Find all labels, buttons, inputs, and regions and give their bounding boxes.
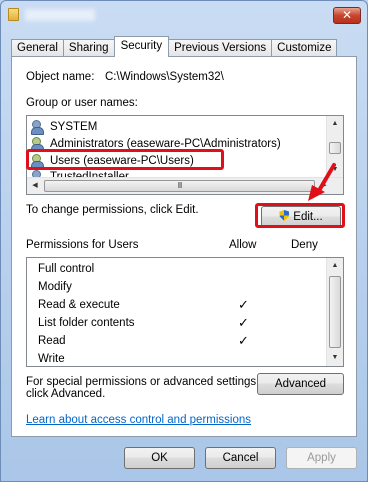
permission-row: Modify xyxy=(38,278,328,296)
allow-check-icon: ✓ xyxy=(238,333,249,348)
tab-previous-versions[interactable]: Previous Versions xyxy=(168,39,273,57)
permission-row: Full control xyxy=(38,260,328,278)
list-item-label: SYSTEM xyxy=(50,121,98,133)
click-advanced-text: click Advanced. xyxy=(26,388,106,400)
title-bar[interactable]: ✕ xyxy=(1,1,367,31)
folder-icon xyxy=(8,8,19,21)
scroll-left-icon[interactable]: ◀ xyxy=(27,178,43,194)
allow-header: Allow xyxy=(229,239,257,251)
properties-window: ✕ General Sharing Security Previous Vers… xyxy=(0,0,368,482)
permission-name: Full control xyxy=(38,263,95,275)
edit-highlight-annotation xyxy=(255,203,345,228)
permission-name: Read & execute xyxy=(38,299,120,311)
permission-row: List folder contents ✓ xyxy=(38,314,328,332)
allow-check-icon: ✓ xyxy=(238,315,249,330)
security-panel: Object name: C:\Windows\System32\ Group … xyxy=(11,56,357,437)
scroll-thumb[interactable] xyxy=(329,276,341,348)
scroll-down-icon[interactable]: ▼ xyxy=(327,350,343,366)
permission-name: List folder contents xyxy=(38,317,135,329)
permission-name: Read xyxy=(38,335,66,347)
permission-name: Write xyxy=(38,353,65,365)
deny-header: Deny xyxy=(291,239,318,251)
close-button[interactable]: ✕ xyxy=(333,7,361,24)
ok-button[interactable]: OK xyxy=(124,447,195,469)
user-icon xyxy=(31,120,46,135)
horizontal-scrollbar[interactable]: ◀ III ▶ xyxy=(27,177,343,194)
red-arrow-annotation xyxy=(308,163,336,201)
scroll-up-icon[interactable]: ▲ xyxy=(327,258,343,274)
scroll-thumb-horizontal[interactable]: III xyxy=(44,180,315,192)
object-name-value: C:\Windows\System32\ xyxy=(105,71,224,83)
cancel-button[interactable]: Cancel xyxy=(205,447,276,469)
group-names-label: Group or user names: xyxy=(26,97,138,109)
change-permissions-text: To change permissions, click Edit. xyxy=(26,204,199,216)
tab-sharing[interactable]: Sharing xyxy=(62,39,115,57)
permission-row: Read & execute ✓ xyxy=(38,296,328,314)
scroll-up-icon[interactable]: ▲ xyxy=(327,116,343,132)
selection-highlight-annotation xyxy=(26,149,224,170)
tab-general[interactable]: General xyxy=(11,39,64,57)
permissions-list[interactable]: Full control Modify Read & execute ✓ List… xyxy=(26,257,344,367)
close-icon: ✕ xyxy=(341,8,353,22)
permission-name: Modify xyxy=(38,281,72,293)
permissions-scrollbar[interactable]: ▲ ▼ xyxy=(326,258,343,366)
allow-check-icon: ✓ xyxy=(238,297,249,312)
tab-security[interactable]: Security xyxy=(113,36,170,57)
permission-row: Write xyxy=(38,350,328,366)
tab-customize[interactable]: Customize xyxy=(271,39,338,57)
tab-strip: General Sharing Security Previous Versio… xyxy=(11,36,338,57)
blurred-window-title xyxy=(25,9,95,21)
object-name-label: Object name: xyxy=(26,71,95,83)
list-item[interactable]: SYSTEM xyxy=(31,119,97,135)
advanced-button[interactable]: Advanced xyxy=(257,373,344,395)
special-permissions-text: For special permissions or advanced sett… xyxy=(26,376,260,388)
apply-button[interactable]: Apply xyxy=(286,447,357,469)
permissions-title: Permissions for Users xyxy=(26,239,139,251)
learn-more-link[interactable]: Learn about access control and permissio… xyxy=(26,414,251,426)
scroll-thumb[interactable] xyxy=(329,142,341,154)
permission-row: Read ✓ xyxy=(38,332,328,350)
